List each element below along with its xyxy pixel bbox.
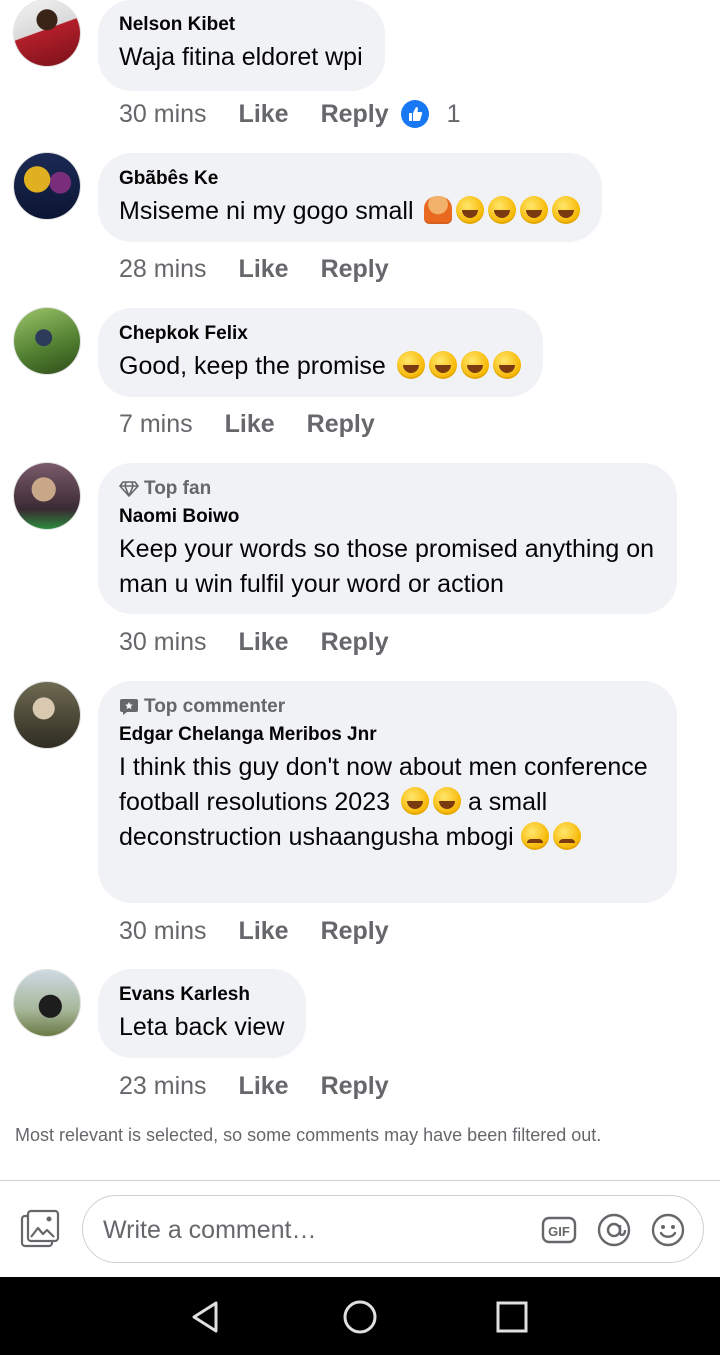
avatar[interactable]: [14, 0, 80, 66]
rofl-emoji-icon: [456, 196, 485, 224]
filter-notice: Most relevant is selected, so some comme…: [15, 1125, 602, 1145]
like-button[interactable]: Like: [239, 100, 289, 129]
comment-time[interactable]: 7 mins: [119, 410, 193, 439]
weary-emoji-icon: [552, 822, 581, 850]
comment-bubble: Chepkok Felix Good, keep the promise: [98, 308, 543, 397]
joy-emoji-icon: [432, 787, 461, 815]
comment-actions: 7 mins Like Reply: [119, 407, 407, 441]
system-nav-bar: [0, 1277, 720, 1355]
commenter-name[interactable]: Naomi Boiwo: [119, 505, 655, 529]
reply-button[interactable]: Reply: [321, 255, 389, 284]
facepalm-emoji-icon: [424, 196, 453, 224]
top-fan-badge: Top fan: [144, 478, 212, 499]
mention-icon[interactable]: [596, 1212, 632, 1248]
photo-icon[interactable]: [18, 1207, 62, 1251]
like-button[interactable]: Like: [239, 917, 289, 946]
avatar[interactable]: [14, 153, 80, 219]
comment-time[interactable]: 30 mins: [119, 628, 207, 657]
rofl-emoji-icon: [552, 196, 581, 224]
comment-bubble: Evans Karlesh Leta back view: [98, 969, 307, 1058]
joy-emoji-icon: [400, 787, 429, 815]
like-button[interactable]: Like: [239, 628, 289, 657]
commenter-name[interactable]: Gbãbês Ke: [119, 167, 580, 191]
rofl-emoji-icon: [396, 351, 425, 379]
rofl-emoji-icon: [460, 351, 489, 379]
divider: [0, 1180, 720, 1181]
reply-button[interactable]: Reply: [321, 100, 389, 129]
comment-composer: GIF: [82, 1195, 704, 1263]
comment-text: Waja fitina eldoret wpi: [119, 43, 363, 71]
home-icon[interactable]: [340, 1297, 380, 1337]
rofl-emoji-icon: [488, 196, 517, 224]
thumbs-up-icon: [400, 100, 429, 128]
like-button[interactable]: Like: [225, 410, 275, 439]
reply-button[interactable]: Reply: [321, 1072, 389, 1101]
rofl-emoji-icon: [520, 196, 549, 224]
avatar[interactable]: [14, 463, 80, 529]
svg-text:GIF: GIF: [548, 1224, 570, 1239]
comment-text: Leta back view: [119, 1013, 285, 1041]
comment-actions: 30 mins Like Reply: [119, 625, 421, 659]
comment-time[interactable]: 28 mins: [119, 255, 207, 284]
reaction-count-value: 1: [446, 99, 461, 128]
diamond-icon: [119, 481, 139, 497]
commenter-name[interactable]: Nelson Kibet: [119, 13, 363, 37]
comment-actions: 30 mins Like Reply: [119, 914, 421, 948]
comment-text: Msiseme ni my gogo small: [119, 197, 414, 225]
comment-time[interactable]: 23 mins: [119, 1072, 207, 1101]
comment-bubble: Top commenter Edgar Chelanga Meribos Jnr…: [98, 681, 677, 903]
commenter-name[interactable]: Chepkok Felix: [119, 322, 521, 346]
like-button[interactable]: Like: [239, 255, 289, 284]
comment-time[interactable]: 30 mins: [119, 917, 207, 946]
comment-actions: 28 mins Like Reply: [119, 252, 421, 286]
reply-button[interactable]: Reply: [321, 917, 389, 946]
avatar[interactable]: [14, 308, 80, 374]
comment-actions: 30 mins Like Reply 1: [119, 97, 461, 131]
avatar[interactable]: [14, 682, 80, 748]
comment-text: Keep your words so those promised anythi…: [119, 535, 655, 598]
comment-text: I think this guy don't now about men con…: [119, 753, 648, 816]
comment-bubble: Nelson Kibet Waja fitina eldoret wpi: [98, 0, 385, 91]
commenter-name[interactable]: Evans Karlesh: [119, 983, 284, 1007]
reply-button[interactable]: Reply: [321, 628, 389, 657]
reply-button[interactable]: Reply: [307, 410, 375, 439]
comment-input[interactable]: [101, 1210, 525, 1250]
avatar[interactable]: [14, 970, 80, 1036]
comment-text: Good, keep the promise: [119, 352, 386, 380]
top-commenter-badge: Top commenter: [144, 696, 286, 717]
comment-bubble: Gbãbês Ke Msiseme ni my gogo small: [98, 153, 603, 242]
commenter-name[interactable]: Edgar Chelanga Meribos Jnr: [119, 723, 655, 747]
emoji-icon[interactable]: [650, 1212, 686, 1248]
comment-bubble: Top fan Naomi Boiwo Keep your words so t…: [98, 463, 677, 614]
rofl-emoji-icon: [492, 351, 521, 379]
rofl-emoji-icon: [428, 351, 457, 379]
comment-time[interactable]: 30 mins: [119, 100, 207, 129]
gif-icon[interactable]: GIF: [541, 1212, 577, 1248]
back-icon[interactable]: [186, 1297, 226, 1337]
recents-icon[interactable]: [492, 1297, 532, 1337]
top-commenter-icon: [120, 699, 138, 715]
reaction-count[interactable]: 1: [400, 99, 461, 129]
like-button[interactable]: Like: [239, 1072, 289, 1101]
weary-emoji-icon: [520, 822, 549, 850]
comment-actions: 23 mins Like Reply: [119, 1069, 421, 1103]
